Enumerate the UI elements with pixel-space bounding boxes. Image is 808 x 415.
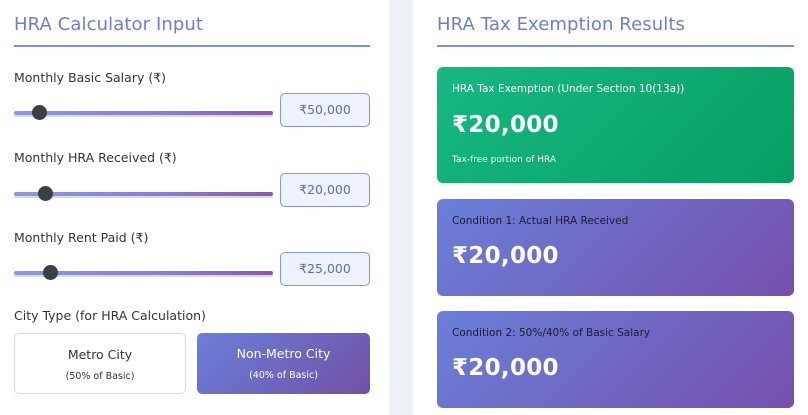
- exemption-card: HRA Tax Exemption (Under Section 10(13a)…: [437, 67, 794, 183]
- hra-received-slider-thumb[interactable]: [37, 186, 53, 201]
- input-title-divider: [14, 45, 370, 47]
- basic-salary-slider[interactable]: [14, 105, 273, 120]
- exemption-note: Tax-free portion of HRA: [452, 155, 557, 165]
- rent-paid-input[interactable]: ₹25,000: [280, 252, 370, 286]
- non-metro-city-button[interactable]: Non-Metro City (40% of Basic): [197, 333, 370, 394]
- input-panel-title: HRA Calculator Input: [14, 14, 204, 35]
- non-metro-city-sublabel: (40% of Basic): [249, 370, 318, 381]
- hra-received-label: Monthly HRA Received (₹): [14, 150, 177, 165]
- condition-1-amount: ₹20,000: [452, 243, 559, 269]
- hra-received-input[interactable]: ₹20,000: [280, 173, 370, 207]
- condition-2-card: Condition 2: 50%/40% of Basic Salary ₹20…: [437, 311, 794, 408]
- basic-salary-label: Monthly Basic Salary (₹): [14, 70, 167, 85]
- condition-1-label: Condition 1: Actual HRA Received: [452, 215, 629, 227]
- rent-paid-slider-thumb[interactable]: [42, 265, 58, 280]
- hra-received-slider[interactable]: [14, 186, 273, 201]
- basic-salary-input[interactable]: ₹50,000: [280, 93, 370, 127]
- exemption-card-label: HRA Tax Exemption (Under Section 10(13a)…: [452, 83, 685, 95]
- city-type-heading: City Type (for HRA Calculation): [14, 308, 206, 323]
- input-panel: HRA Calculator Input Monthly Basic Salar…: [0, 0, 389, 415]
- non-metro-city-label: Non-Metro City: [236, 346, 331, 361]
- results-panel-title: HRA Tax Exemption Results: [437, 14, 685, 35]
- rent-paid-slider[interactable]: [14, 265, 273, 280]
- hra-received-slider-track-shadow: [14, 196, 273, 198]
- condition-1-card: Condition 1: Actual HRA Received ₹20,000: [437, 199, 794, 296]
- condition-2-amount: ₹20,000: [452, 355, 559, 381]
- condition-2-label: Condition 2: 50%/40% of Basic Salary: [452, 327, 651, 339]
- metro-city-button[interactable]: Metro City (50% of Basic): [14, 333, 186, 394]
- metro-city-label: Metro City: [67, 347, 133, 362]
- rent-paid-label: Monthly Rent Paid (₹): [14, 230, 149, 245]
- results-title-divider: [437, 45, 794, 47]
- metro-city-sublabel: (50% of Basic): [65, 371, 135, 382]
- exemption-amount: ₹20,000: [452, 112, 559, 138]
- basic-salary-slider-thumb[interactable]: [32, 105, 48, 120]
- basic-salary-slider-track-shadow: [14, 115, 273, 117]
